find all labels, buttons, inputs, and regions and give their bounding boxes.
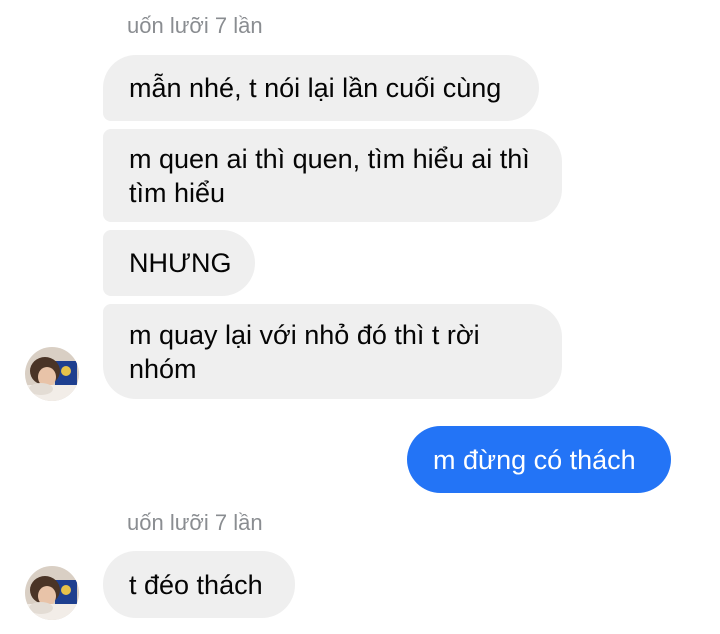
avatar-photo-icon bbox=[25, 347, 79, 401]
message-bubble-outgoing[interactable]: m đừng có thách bbox=[407, 426, 671, 493]
sender-name: uốn lưỡi 7 lần bbox=[127, 510, 263, 535]
sender-name: uốn lưỡi 7 lần bbox=[127, 13, 263, 38]
message-bubble-incoming[interactable]: t đéo thách bbox=[103, 551, 295, 618]
message-bubble-incoming[interactable]: m quen ai thì quen, tìm hiểu ai thì tìm … bbox=[103, 129, 562, 222]
avatar[interactable] bbox=[25, 566, 79, 620]
message-bubble-incoming[interactable]: NHƯNG bbox=[103, 230, 255, 296]
message-bubble-incoming[interactable]: mẫn nhé, t nói lại lần cuối cùng bbox=[103, 55, 539, 121]
avatar-photo-icon bbox=[25, 566, 79, 620]
avatar[interactable] bbox=[25, 347, 79, 401]
message-bubble-incoming[interactable]: m quay lại với nhỏ đó thì t rời nhóm bbox=[103, 304, 562, 399]
